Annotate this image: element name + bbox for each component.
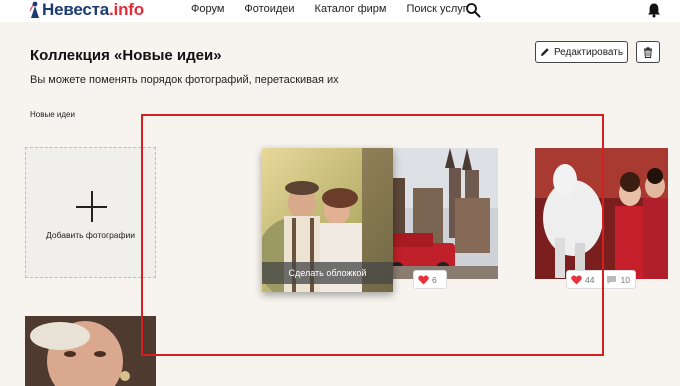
- main-nav: Форум Фотоидеи Каталог фирм Поиск услуг: [191, 3, 487, 15]
- plus-icon-vertical: [91, 191, 93, 222]
- logo-main: Невеста: [42, 0, 110, 19]
- stats-badge[interactable]: 44 10: [566, 270, 636, 289]
- page-title: Коллекция «Новые идеи»: [30, 47, 222, 64]
- delete-button[interactable]: [636, 41, 660, 63]
- like-badge[interactable]: 6: [413, 270, 447, 289]
- comment-count: 10: [620, 274, 630, 285]
- logo-suffix: .info: [109, 0, 144, 19]
- site-logo[interactable]: Невеста.info: [30, 0, 144, 20]
- photo-portrait[interactable]: [25, 316, 156, 386]
- heart-icon: [571, 275, 582, 284]
- like-count: 44: [585, 274, 595, 285]
- edit-button[interactable]: Редактировать: [535, 41, 628, 63]
- nav-forum[interactable]: Форум: [191, 3, 224, 15]
- photo-couple-dragging[interactable]: Сделать обложкой: [262, 148, 393, 292]
- heart-icon: [418, 275, 429, 284]
- search-icon[interactable]: [465, 2, 481, 18]
- logo-text: Невеста.info: [42, 0, 144, 20]
- edit-button-label: Редактировать: [553, 46, 624, 58]
- bride-logo-icon: [30, 1, 40, 19]
- pencil-icon: [540, 48, 549, 56]
- nav-search-services[interactable]: Поиск услуг: [406, 3, 466, 15]
- add-photo-label: Добавить фотографии: [45, 230, 136, 240]
- top-bar: Невеста.info Форум Фотоидеи Каталог фирм…: [0, 0, 680, 22]
- comment-icon: [607, 275, 617, 284]
- nav-catalog[interactable]: Каталог фирм: [315, 3, 387, 15]
- section-label: Новые идеи: [30, 110, 75, 119]
- like-count: 6: [432, 274, 437, 285]
- page-subtitle: Вы можете поменять порядок фотографий, п…: [30, 74, 339, 86]
- nav-photo-ideas[interactable]: Фотоидеи: [244, 3, 294, 15]
- trash-icon: [644, 46, 652, 58]
- bell-icon[interactable]: [646, 2, 662, 18]
- add-photo-tile[interactable]: Добавить фотографии: [25, 147, 156, 278]
- photo-winter[interactable]: [535, 148, 668, 279]
- set-cover-button[interactable]: Сделать обложкой: [262, 262, 393, 284]
